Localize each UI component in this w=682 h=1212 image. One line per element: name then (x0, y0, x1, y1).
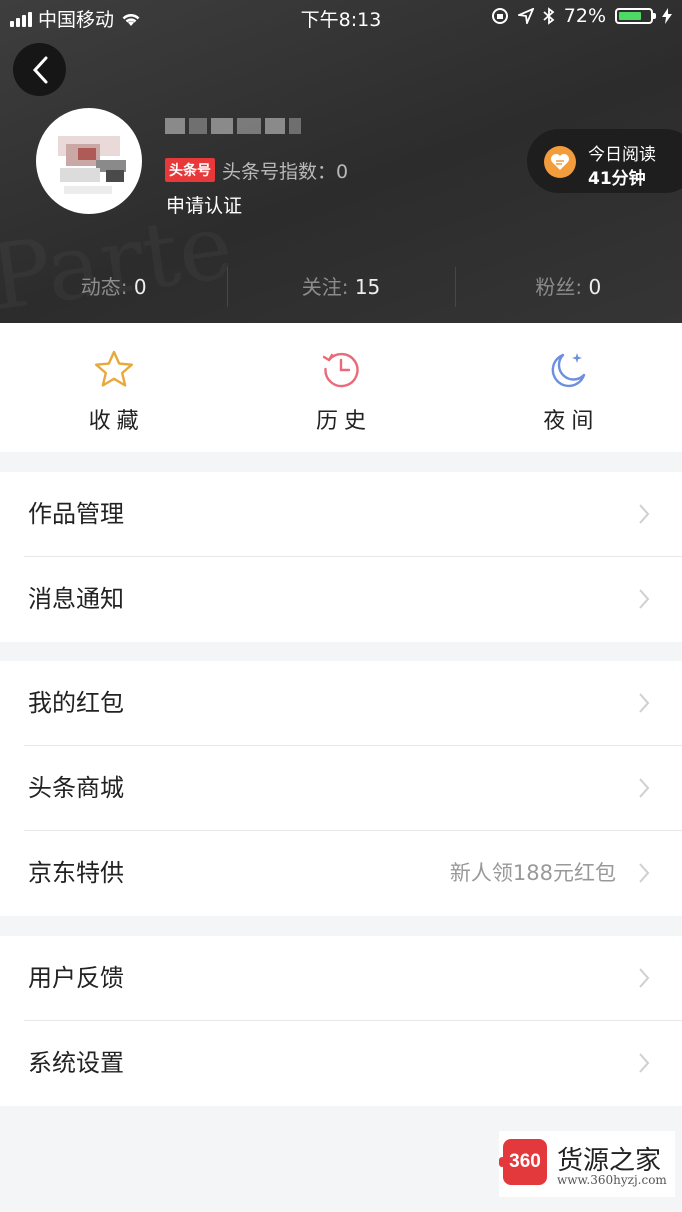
reading-title: 今日阅读 (588, 145, 656, 165)
menu-item-label: 京东特供 (28, 859, 124, 887)
username-blurred (165, 112, 305, 138)
night-mode-label: 夜间 (543, 409, 600, 434)
stat-value: 15 (354, 275, 381, 299)
menu-item-label: 作品管理 (28, 500, 124, 528)
menu-item-works[interactable]: 作品管理 (0, 472, 682, 557)
menu-item-feedback[interactable]: 用户反馈 (0, 936, 682, 1021)
stat-label: 粉丝: (535, 275, 583, 299)
menu-group-3: 用户反馈 系统设置 (0, 936, 682, 1106)
toutiao-badge: 头条号 (165, 158, 215, 182)
charging-icon (662, 8, 672, 24)
stat-posts[interactable]: 动态: 0 (0, 265, 227, 309)
night-mode-button[interactable]: 夜间 (455, 323, 682, 452)
menu-item-label: 消息通知 (28, 585, 124, 613)
menu-item-settings[interactable]: 系统设置 (0, 1021, 682, 1106)
reading-heart-icon (544, 146, 576, 178)
watermark-title: 货源之家 (557, 1146, 662, 1176)
location-icon (517, 8, 534, 24)
menu-item-promo: 新人领188元红包 (449, 861, 616, 885)
menu-item-label: 用户反馈 (28, 964, 124, 992)
menu-item-jd-special[interactable]: 京东特供 新人领188元红包 (0, 831, 682, 916)
battery-fill (619, 12, 641, 20)
chevron-left-icon (32, 56, 47, 83)
menu-item-label: 我的红包 (28, 689, 124, 717)
apply-certification-link[interactable]: 申请认证 (166, 191, 242, 218)
today-reading-pill[interactable]: 今日阅读 41分钟 (527, 129, 682, 193)
menu-group-2: 我的红包 头条商城 京东特供 新人领188元红包 (0, 661, 682, 916)
stat-label: 关注: (301, 275, 349, 299)
rotation-lock-icon (491, 8, 508, 24)
stat-following[interactable]: 关注: 15 (227, 265, 454, 309)
menu-item-notifications[interactable]: 消息通知 (0, 557, 682, 642)
favorites-label: 收藏 (88, 409, 145, 434)
chevron-right-icon (639, 1053, 650, 1073)
history-button[interactable]: 历史 (227, 323, 454, 452)
chevron-right-icon (639, 968, 650, 988)
history-label: 历史 (315, 409, 372, 434)
stat-value: 0 (588, 275, 602, 299)
battery-percent: 72% (563, 5, 606, 27)
favorites-button[interactable]: 收藏 (0, 323, 227, 452)
quick-actions: 收藏 历史 夜间 (0, 323, 682, 452)
history-icon (322, 352, 359, 388)
menu-item-label: 系统设置 (28, 1049, 124, 1077)
chevron-right-icon (639, 504, 650, 524)
watermark-logo: 360 (499, 1139, 547, 1185)
reading-minutes: 41分钟 (588, 169, 646, 189)
menu-item-red-packet[interactable]: 我的红包 (0, 661, 682, 746)
toutiao-index: 头条号指数：0 (222, 161, 349, 183)
menu-item-label: 头条商城 (28, 774, 124, 802)
star-icon (94, 350, 133, 387)
status-bar: 中国移动 下午8:13 72% (0, 0, 682, 34)
stats-bar: 动态: 0 关注: 15 粉丝: 0 (0, 265, 682, 309)
chevron-right-icon (639, 863, 650, 883)
stat-label: 动态: (80, 275, 128, 299)
avatar[interactable] (36, 108, 142, 214)
menu-group-1: 作品管理 消息通知 (0, 472, 682, 642)
menu-item-mall[interactable]: 头条商城 (0, 746, 682, 831)
chevron-right-icon (639, 778, 650, 798)
chevron-right-icon (639, 693, 650, 713)
stat-value: 0 (133, 275, 147, 299)
bluetooth-icon (543, 7, 555, 25)
battery-icon (615, 8, 656, 24)
watermark: 360 货源之家 www.360hyzj.com (499, 1131, 675, 1197)
chevron-right-icon (639, 589, 650, 609)
watermark-url: www.360hyzj.com (557, 1173, 667, 1187)
profile-header: Parte 中国移动 下午8:13 72% 头条号 头 (0, 0, 682, 323)
stat-followers[interactable]: 粉丝: 0 (454, 265, 682, 309)
back-button[interactable] (13, 43, 66, 96)
moon-icon (551, 353, 586, 388)
